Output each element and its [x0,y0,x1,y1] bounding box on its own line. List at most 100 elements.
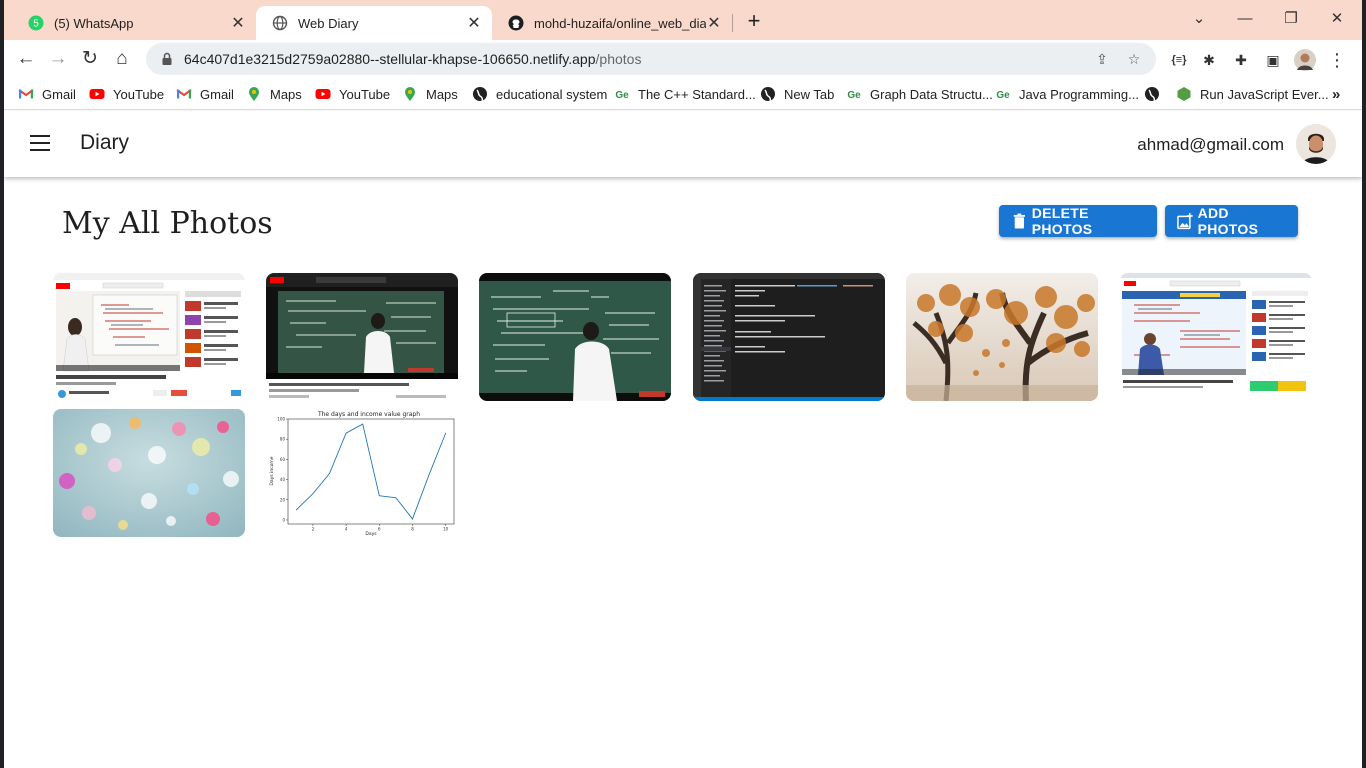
photo-thumbnail[interactable] [479,273,671,401]
chart-data-point [329,473,330,474]
json-extension-icon[interactable]: {≡} [1168,49,1190,71]
more-bookmarks-icon[interactable]: » [1332,85,1340,103]
bookmark-star-icon[interactable]: ☆ [1124,49,1144,69]
bookmark-gmail[interactable]: Gmail [18,85,76,103]
chart-data-point [295,509,297,511]
browser-window: 5 (5) WhatsApp ✕ Web Diary ✕ mohd-huzaif… [4,0,1362,768]
web-page: Diary ahmad@gmail.com My All Photos DELE… [4,111,1362,768]
add-photo-icon [1177,213,1193,230]
tab-title: (5) WhatsApp [54,15,134,31]
bookmark-youtube[interactable]: YouTube [89,85,164,103]
tab-strip: 5 (5) WhatsApp ✕ Web Diary ✕ mohd-huzaif… [4,0,1362,40]
share-icon[interactable]: ⇪ [1092,49,1112,69]
bookmark-label: Graph Data Structu... [870,86,993,102]
menu-icon[interactable] [30,135,50,151]
svg-text:Ge: Ge [847,90,861,101]
reload-icon[interactable]: ↻ [76,45,104,73]
photo-thumbnail[interactable] [906,273,1098,401]
restore-button[interactable]: ❐ [1268,6,1314,32]
bookmark-youtube[interactable]: YouTube [315,85,390,103]
photo-thumbnail[interactable] [266,273,458,401]
chart-data-point [362,423,364,425]
delete-photos-label: DELETE PHOTOS [1031,205,1093,237]
profile-avatar-icon[interactable] [1294,49,1316,71]
bookmark-graph-data-structure[interactable]: Ge Graph Data Structu... [846,85,993,103]
bookmark-label: Maps [270,86,302,102]
bookmark-maps[interactable]: Maps [402,85,458,103]
tab-search-chevron-icon[interactable]: ⌄ [1176,6,1222,32]
side-panel-icon[interactable]: ▣ [1262,49,1284,71]
chart-data-point [312,493,314,495]
add-photos-button[interactable]: ADD PHOTOS [1165,205,1298,237]
chart-x-tick-label: 10 [443,527,449,532]
chart-title: The days and income value graph [317,411,420,418]
chart-x-axis-label: Days [365,531,377,537]
photo-thumbnail[interactable] [53,409,245,537]
browser-menu-icon[interactable]: ⋮ [1326,49,1348,71]
tab-web-diary[interactable]: Web Diary ✕ [256,6,492,40]
chart-y-tick-label: 100 [277,417,285,422]
photo-thumbnail[interactable] [1120,273,1312,401]
bookmark-cpp-standard[interactable]: Ge The C++ Standard... [614,85,755,103]
forward-arrow-icon[interactable]: → [44,45,72,73]
globe-icon [272,15,288,31]
bookmark-educational-system[interactable]: educational system [472,85,607,103]
back-arrow-icon[interactable]: ← [12,45,40,73]
delete-photos-button[interactable]: DELETE PHOTOS [999,205,1157,237]
bookmark-globe[interactable] [1144,85,1168,103]
close-tab-icon[interactable]: ✕ [466,13,482,33]
tab-github[interactable]: mohd-huzaifa/online_web_diary ✕ [492,6,732,40]
maps-icon [249,87,259,101]
gmail-icon [18,89,34,99]
photo-thumbnail[interactable] [693,273,885,401]
whatsapp-icon: 5 [28,15,44,31]
bookmark-run-javascript[interactable]: Run JavaScript Ever... [1176,85,1329,103]
youtube-icon [89,89,105,99]
whatsapp-badge: 5 [33,19,39,30]
bookmark-label: Gmail [200,86,234,102]
lock-icon [162,52,172,65]
bug-extension-icon[interactable]: ✱ [1198,49,1220,71]
close-window-button[interactable]: ✕ [1314,6,1360,32]
gfg-icon: Ge [615,90,629,101]
youtube-icon [315,89,331,99]
bookmark-java-programming[interactable]: Ge Java Programming... [995,85,1139,103]
bookmark-label: Maps [426,86,458,102]
user-avatar[interactable] [1296,124,1336,164]
chart-y-tick-label: 80 [280,437,286,442]
chart-x-tick-label: 8 [411,527,414,532]
photo-thumbnail-chart[interactable]: The days and income value graph 0 20 40 60 8… [266,409,458,537]
chart-data-point [412,518,413,520]
address-bar[interactable]: 64c407d1e3215d2759a02880--stellular-khap… [146,43,1156,75]
extensions-puzzle-icon[interactable]: ✚ [1230,49,1252,71]
income-line-chart: The days and income value graph 0 20 40 60 8… [269,411,455,537]
bookmark-new-tab[interactable]: New Tab [760,85,834,103]
chart-x-tick-label: 4 [345,527,348,532]
chart-data-point [445,432,447,434]
close-tab-icon[interactable]: ✕ [706,13,722,33]
bookmarks-bar: Gmail YouTube Gmail Maps YouTube Maps ed… [4,78,1362,110]
chart-data-point [395,497,397,499]
github-icon [508,15,524,31]
home-icon[interactable]: ⌂ [108,45,136,73]
bookmark-maps[interactable]: Maps [246,85,302,103]
chart-x-tick-label: 2 [312,527,315,532]
svg-text:Ge: Ge [996,90,1010,101]
tab-whatsapp[interactable]: 5 (5) WhatsApp ✕ [12,6,256,40]
globe-icon [761,87,775,102]
chart-series-line [295,423,447,520]
gmail-icon [176,89,192,99]
chart-plot-area [287,418,455,525]
url-path: /photos [595,51,642,67]
chart-y-tick-label: 40 [280,477,286,482]
photo-thumbnail[interactable] [53,273,245,401]
bookmark-label: educational system [496,86,608,102]
minimize-button[interactable]: — [1222,6,1268,32]
new-tab-button[interactable]: + [740,8,768,36]
bookmark-label: Run JavaScript Ever... [1200,86,1329,102]
bookmark-label: YouTube [339,86,391,102]
close-tab-icon[interactable]: ✕ [230,13,246,33]
bookmark-gmail[interactable]: Gmail [176,85,234,103]
brand-title[interactable]: Diary [80,131,129,155]
chart-data-point [378,495,380,497]
